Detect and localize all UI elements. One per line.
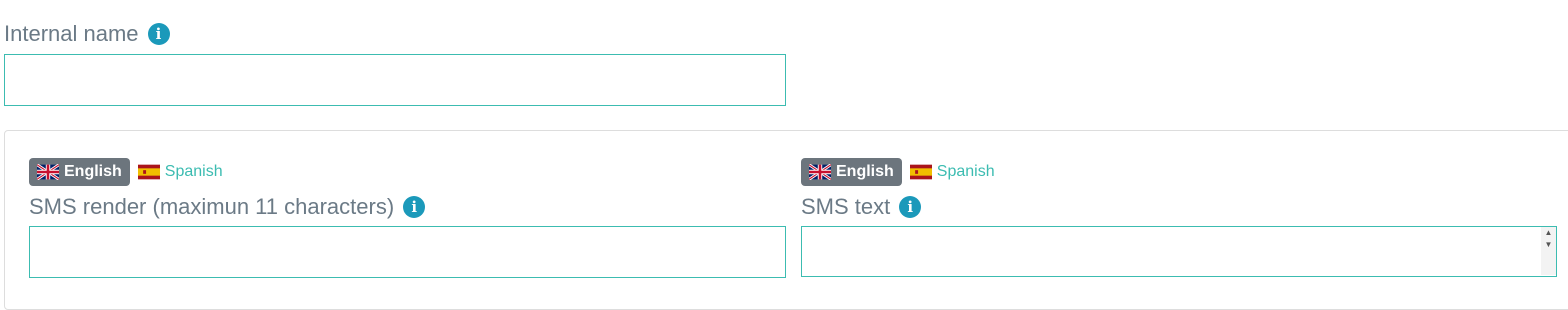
sms-text-field-wrapper: ▲ ▼ — [801, 226, 1557, 277]
language-tab-english-label: English — [836, 163, 894, 180]
uk-flag-icon — [37, 164, 59, 180]
sms-render-input[interactable] — [29, 226, 786, 278]
language-tab-english[interactable]: English — [801, 158, 902, 186]
textarea-scrollbar[interactable]: ▲ ▼ — [1541, 227, 1556, 275]
language-tab-english[interactable]: English — [29, 158, 130, 186]
language-tab-spanish[interactable]: Spanish — [909, 163, 995, 181]
language-tab-spanish[interactable]: Spanish — [137, 163, 223, 181]
sms-render-language-selector: English Spanish — [29, 158, 223, 186]
language-tab-spanish-label: Spanish — [164, 163, 223, 180]
info-icon[interactable]: i — [899, 196, 922, 218]
spain-flag-icon — [909, 164, 932, 180]
uk-flag-icon — [809, 164, 831, 180]
info-icon[interactable]: i — [403, 196, 426, 218]
sms-render-label-text: SMS render (maximun 11 characters) — [29, 194, 395, 219]
sms-text-textarea[interactable] — [801, 226, 1557, 277]
scroll-up-icon[interactable]: ▲ — [1545, 227, 1553, 239]
internal-name-label: Internal name i — [4, 20, 170, 48]
sms-text-label-text: SMS text — [801, 194, 891, 219]
language-tab-english-label: English — [64, 163, 122, 180]
info-icon[interactable]: i — [147, 23, 170, 45]
scroll-down-icon[interactable]: ▼ — [1545, 239, 1553, 251]
sms-text-label: SMS text i — [801, 193, 922, 221]
internal-name-input[interactable] — [4, 54, 786, 106]
sms-render-label: SMS render (maximun 11 characters) i — [29, 193, 426, 221]
sms-text-language-selector: English Spanish — [801, 158, 995, 186]
spain-flag-icon — [137, 164, 160, 180]
language-tab-spanish-label: Spanish — [936, 163, 995, 180]
internal-name-label-text: Internal name — [4, 21, 139, 46]
